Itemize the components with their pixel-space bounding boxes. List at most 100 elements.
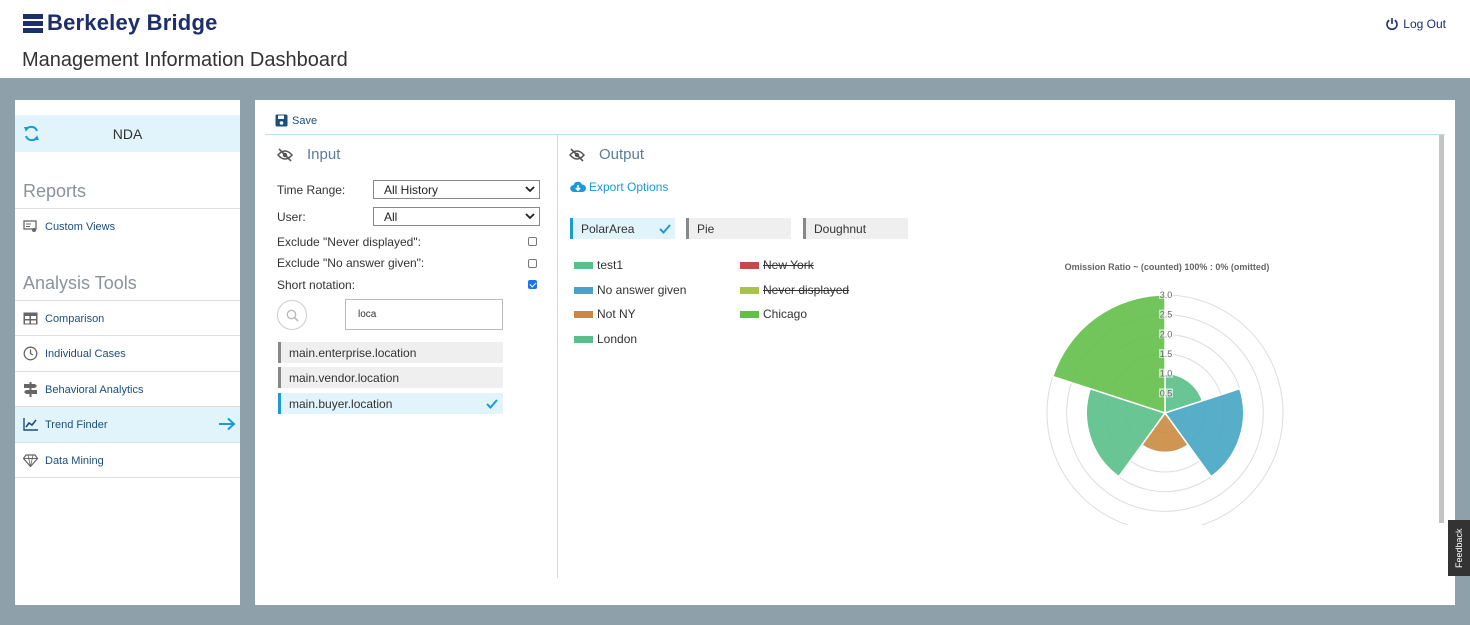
nav-trend-finder[interactable]: Trend Finder (15, 406, 240, 442)
exclude-noanswer-checkbox[interactable] (528, 259, 537, 268)
save-button[interactable]: Save (275, 114, 317, 127)
cloud-download-icon (570, 181, 586, 193)
input-title: Input (307, 146, 341, 163)
chart-type-doughnut[interactable]: Doughnut (803, 218, 908, 239)
search-button[interactable] (277, 300, 307, 330)
time-range-select[interactable]: All History (373, 180, 540, 199)
time-range-label: Time Range: (277, 183, 346, 197)
chevron-down-icon (525, 186, 535, 193)
table-icon (22, 311, 38, 327)
legend-item-hidden[interactable]: Never displayed (740, 283, 849, 297)
sidebar: NDA Reports Custom Views Analysis Tools … (15, 100, 240, 605)
legend-label: London (597, 332, 638, 346)
nav-divider (15, 477, 240, 478)
result-label: main.buyer.location (289, 396, 393, 411)
legend-swatch (574, 286, 593, 294)
nav-label: Custom Views (45, 220, 116, 233)
clock-icon (22, 346, 38, 362)
result-label: main.vendor.location (289, 370, 400, 385)
user-label: User: (277, 210, 306, 224)
chart-type-label: Pie (697, 221, 715, 236)
nav-data-mining[interactable]: Data Mining (15, 442, 240, 478)
power-icon (1386, 18, 1399, 31)
export-label: Export Options (589, 180, 669, 194)
nav-label: Behavioral Analytics (45, 383, 144, 396)
legend-swatch (574, 335, 593, 343)
legend-swatch (574, 310, 593, 318)
chart-type-polararea[interactable]: PolarArea (570, 218, 675, 239)
refresh-icon[interactable] (23, 125, 40, 142)
result-item[interactable]: main.enterprise.location (278, 342, 503, 363)
nav-behavioral-analytics[interactable]: Behavioral Analytics (15, 371, 240, 407)
signpost-icon (22, 382, 38, 398)
legend-label: test1 (597, 258, 624, 272)
legend-swatch (574, 261, 593, 269)
page-title: Management Information Dashboard (22, 49, 348, 71)
nav-label: Comparison (45, 312, 105, 325)
trend-icon (22, 417, 38, 433)
short-notation-checkbox[interactable] (528, 280, 537, 289)
top-header: Berkeley Bridge Management Information D… (0, 0, 1470, 78)
custom-views-icon (22, 219, 38, 235)
eye-slash-icon (569, 147, 585, 162)
output-panel: Output Export Options PolarArea Pie Doug… (559, 135, 1439, 578)
tick-label: 2.0 (1160, 329, 1173, 339)
logo: Berkeley Bridge (23, 10, 218, 36)
output-panel-header[interactable]: Output (569, 146, 644, 163)
polar-area-svg: 0.5 1.0 1.5 2.0 2.5 3.0 (1046, 290, 1284, 525)
chart-type-label: Doughnut (814, 221, 867, 236)
legend-item[interactable]: Chicago (740, 307, 807, 321)
tick-label: 2.5 (1160, 310, 1173, 320)
exclude-never-label: Exclude "Never displayed": (277, 235, 421, 249)
floppy-disk-icon (275, 114, 288, 127)
scrollbar[interactable] (1439, 135, 1444, 523)
logo-text: Berkeley Bridge (47, 10, 218, 35)
legend-label: Chicago (763, 307, 808, 321)
legend-item[interactable]: London (574, 332, 637, 346)
diamond-icon (22, 453, 38, 469)
logout-label: Log Out (1403, 17, 1446, 31)
nav-label: Individual Cases (45, 347, 126, 360)
output-title: Output (599, 146, 645, 163)
tick-label: 3.0 (1160, 290, 1173, 300)
result-item[interactable]: main.vendor.location (278, 367, 503, 388)
short-notation-label: Short notation: (277, 278, 356, 292)
user-value: All (384, 209, 398, 224)
legend-label: Never displayed (763, 283, 850, 297)
polar-segment (1051, 294, 1166, 415)
tick-label: 1.5 (1160, 349, 1173, 359)
legend-item[interactable]: No answer given (574, 283, 686, 297)
tick-label: 1.0 (1160, 369, 1173, 379)
chart-type-pie[interactable]: Pie (686, 218, 791, 239)
legend-item[interactable]: Not NY (574, 307, 636, 321)
nav-label: Trend Finder (45, 418, 108, 431)
exclude-noanswer-label: Exclude "No answer given": (277, 256, 425, 270)
logout-button[interactable]: Log Out (1385, 17, 1446, 31)
legend-item-hidden[interactable]: New York (740, 258, 814, 272)
user-select[interactable]: All (373, 207, 540, 226)
input-panel-header[interactable]: Input (277, 146, 340, 163)
nav-comparison[interactable]: Comparison (15, 300, 240, 336)
project-selector[interactable]: NDA (15, 115, 240, 152)
nav-custom-views[interactable]: Custom Views (15, 208, 240, 244)
nav-individual-cases[interactable]: Individual Cases (15, 335, 240, 371)
result-item-selected[interactable]: main.buyer.location (278, 393, 503, 414)
result-label: main.enterprise.location (289, 345, 417, 360)
main-panel: Save Input Time Range: All History User:… (255, 100, 1455, 605)
checkmark-icon (486, 399, 498, 409)
legend-label: New York (763, 258, 814, 272)
exclude-never-checkbox[interactable] (528, 237, 537, 246)
feedback-tab[interactable]: Feedback (1448, 520, 1470, 576)
chevron-down-icon (525, 213, 535, 220)
time-range-value: All History (384, 182, 439, 197)
project-name: NDA (112, 125, 143, 142)
search-input-value: loca (358, 309, 377, 320)
search-input[interactable]: loca (345, 299, 503, 330)
reports-heading: Reports (23, 181, 87, 201)
legend-item[interactable]: test1 (574, 258, 623, 272)
eye-slash-icon (277, 147, 293, 162)
legend-swatch (740, 310, 759, 318)
save-label: Save (292, 114, 318, 127)
search-icon (286, 309, 299, 322)
export-options-button[interactable]: Export Options (570, 180, 668, 194)
